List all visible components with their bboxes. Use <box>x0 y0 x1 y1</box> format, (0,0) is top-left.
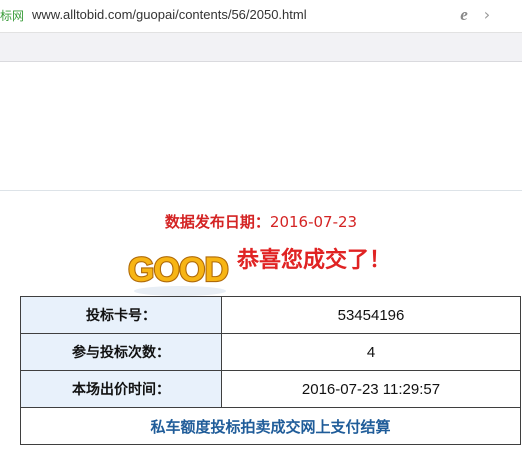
site-tag: 标网 <box>0 9 25 23</box>
ie-compat-icon[interactable]: e <box>455 6 473 24</box>
table-row: 私车额度投标拍卖成交网上支付结算 <box>20 407 521 445</box>
release-date: 数据发布日期：2016-07-23 <box>0 212 522 232</box>
payment-cell: 私车额度投标拍卖成交网上支付结算 <box>20 407 521 445</box>
bid-time-label: 本场出价时间： <box>20 370 222 408</box>
congrats-message: 恭喜您成交了！ <box>237 248 392 273</box>
bid-time-value: 2016-07-23 11:29:57 <box>221 370 521 408</box>
table-row: 本场出价时间： 2016-07-23 11:29:57 <box>20 370 521 408</box>
release-date-label: 数据发布日期： <box>164 213 270 231</box>
release-date-value: 2016-07-23 <box>269 213 358 231</box>
browser-toolbar <box>0 33 522 62</box>
bid-card-label: 投标卡号： <box>20 296 222 334</box>
result-table: 投标卡号： 53454196 参与投标次数： 4 本场出价时间： 2016-07… <box>20 296 521 445</box>
bid-count-label: 参与投标次数： <box>20 333 222 371</box>
table-row: 参与投标次数： 4 <box>20 333 521 371</box>
table-row: 投标卡号： 53454196 <box>20 296 521 334</box>
url-field[interactable]: www.alltobid.com/guopai/contents/56/2050… <box>32 7 307 22</box>
bid-card-value: 53454196 <box>221 296 521 334</box>
header-divider <box>0 190 522 191</box>
good-badge-icon: GOOD <box>127 250 230 296</box>
good-badge-text: GOOD <box>128 251 228 289</box>
payment-link[interactable]: 私车额度投标拍卖成交网上支付结算 <box>150 418 390 436</box>
address-bar: 标网 www.alltobid.com/guopai/contents/56/2… <box>0 0 522 33</box>
chevron-right-icon[interactable]: › <box>481 5 493 25</box>
bid-count-value: 4 <box>221 333 521 371</box>
